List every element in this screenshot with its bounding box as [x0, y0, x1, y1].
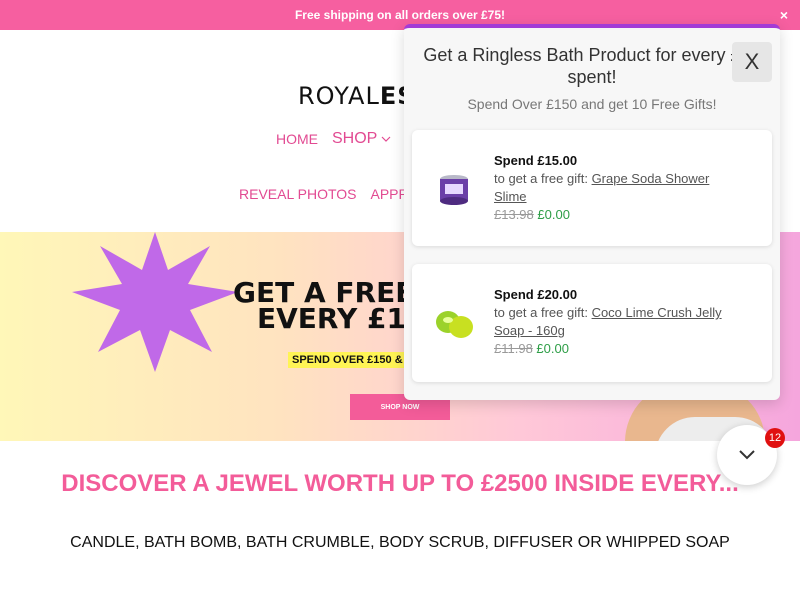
hero-title-line-2: EVERY £1 [257, 302, 406, 335]
nav-shop-label: SHOP [332, 130, 378, 147]
nav-reveal-photos[interactable]: REVEAL PHOTOS [239, 186, 356, 202]
site-logo[interactable]: ROYALES [298, 82, 416, 110]
gift-intro: to get a free gift: [494, 305, 592, 320]
jelly-soap-image [436, 311, 473, 338]
gift-intro: to get a free gift: [494, 171, 592, 186]
products-line: CANDLE, BATH BOMB, BATH CRUMBLE, BODY SC… [70, 534, 730, 551]
popup-title: Get a Ringless Bath Product for every £1… [423, 45, 761, 87]
logo-part-1: ROYAL [298, 82, 380, 110]
secondary-nav: REVEAL PHOTOS APPRA [239, 186, 418, 202]
announcement-text: Free shipping on all orders over £75! [294, 8, 506, 22]
chevron-down-icon [739, 450, 755, 460]
gift-spend: Spend £15.00 [494, 153, 578, 168]
popup-close-button[interactable]: X [732, 42, 772, 82]
gift-card: Spend £20.00 to get a free gift: Coco Li… [412, 264, 772, 382]
slime-jar-image [440, 175, 468, 205]
gift-details: Spend £20.00 to get a free gift: Coco Li… [494, 286, 734, 358]
hero-title: GET A FREE EVERY £1 [233, 279, 414, 335]
announcement-close-icon[interactable]: × [780, 7, 788, 23]
notification-badge: 12 [765, 428, 785, 448]
gift-old-price: £13.98 [494, 207, 534, 222]
discover-heading: DISCOVER A JEWEL WORTH UP TO £2500 INSID… [61, 470, 739, 497]
chevron-down-icon [381, 136, 391, 142]
popup-subtitle: Spend Over £150 and get 10 Free Gifts! [467, 96, 717, 112]
gift-new-price: £0.00 [537, 207, 570, 222]
gift-card: Spend £15.00 to get a free gift: Grape S… [412, 130, 772, 246]
free-gift-popup: Get a Ringless Bath Product for every £1… [404, 24, 780, 400]
gift-spend: Spend £20.00 [494, 287, 578, 302]
gift-details: Spend £15.00 to get a free gift: Grape S… [494, 152, 734, 224]
starburst-shape [72, 232, 238, 372]
gift-old-price: £11.98 [494, 341, 533, 356]
nav-shop[interactable]: SHOP [332, 130, 391, 148]
page: Free shipping on all orders over £75! × … [0, 0, 800, 600]
gift-new-price: £0.00 [536, 341, 569, 356]
main-nav: HOME SHOP [276, 130, 391, 148]
hero-subtitle: SPEND OVER £150 & [288, 352, 407, 368]
nav-home[interactable]: HOME [276, 131, 318, 147]
